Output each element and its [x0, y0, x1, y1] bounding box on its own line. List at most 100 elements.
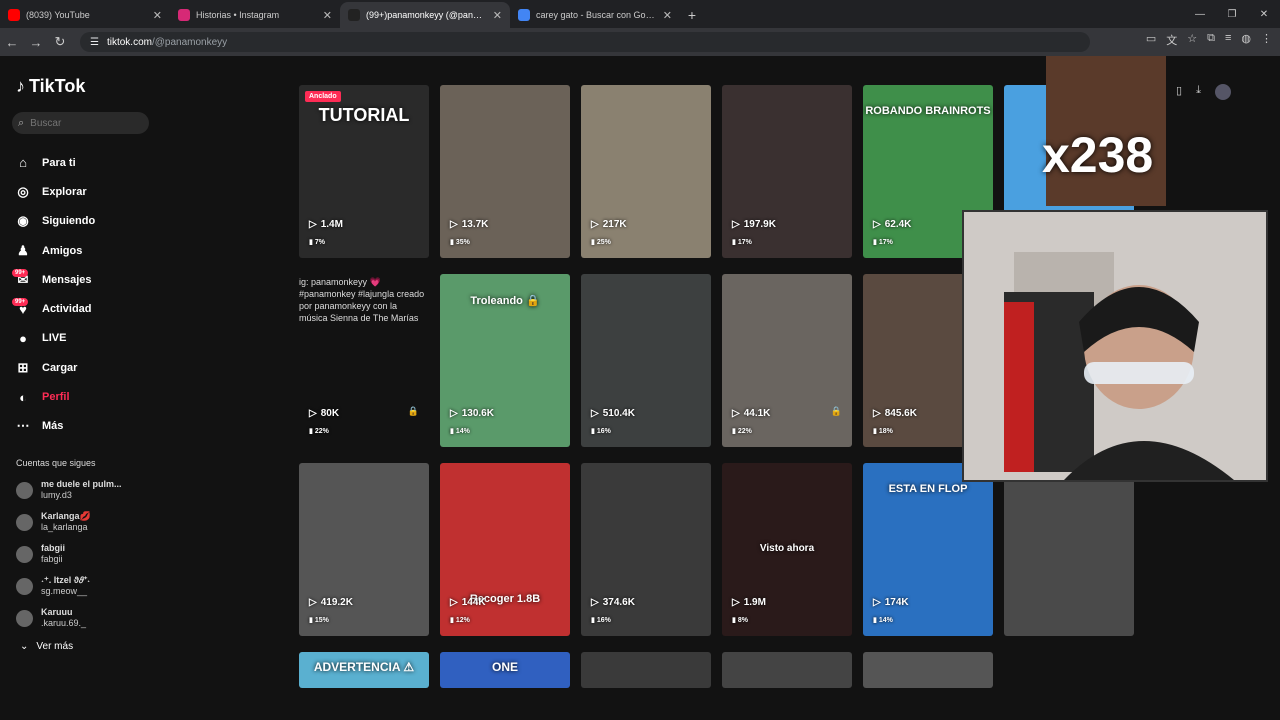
view-count: ▷ 374.6K	[591, 597, 635, 608]
new-tab-icon[interactable]: +	[680, 2, 704, 28]
video-card[interactable]: Recoger 1.8B ▷ 144K ▮ 12%	[440, 463, 570, 636]
play-icon: ▷	[732, 219, 740, 230]
more-icon: ⋯	[16, 418, 30, 434]
translate-icon[interactable]: 文	[1166, 32, 1177, 48]
site-info-icon[interactable]: ☰	[90, 37, 99, 48]
video-card[interactable]: ADVERTENCIA ⚠	[299, 652, 429, 688]
bar-chart-icon: ▮	[591, 428, 595, 435]
followed-account[interactable]: ˖⁺. Itzel ϑ𝜗⁺˖ sg.meow__	[16, 570, 122, 602]
restore-icon[interactable]: ❐	[1216, 0, 1248, 28]
nav-item[interactable]: ◐ Perfil	[14, 382, 95, 411]
forward-icon[interactable]: →	[24, 35, 48, 50]
nav-item-label: Más	[42, 420, 64, 433]
nav-item[interactable]: ◉ Siguiendo	[14, 207, 95, 236]
extensions-icon[interactable]: ⧉	[1207, 32, 1215, 48]
back-icon[interactable]: ←	[0, 35, 24, 50]
video-card[interactable]: ONE	[440, 652, 570, 688]
nav-item[interactable]: ⊞ Cargar	[14, 353, 95, 382]
tiktok-logo[interactable]: ♪ TikTok	[16, 76, 85, 97]
menu-icon[interactable]: ⋮	[1261, 32, 1272, 48]
search-box[interactable]: ⌕	[12, 112, 149, 134]
video-card[interactable]	[863, 652, 993, 688]
video-overlay-text: ESTA EN FLOP	[888, 483, 968, 495]
following-heading: Cuentas que sigues	[16, 458, 96, 468]
video-caption: ig: panamonkeyy 💗 #panamonkey #lajungla …	[299, 277, 425, 323]
nav-item-label: Perfil	[42, 391, 70, 404]
account-handle: la_karlanga	[41, 522, 88, 532]
video-overlay-text: Troleando 🔒	[470, 295, 540, 307]
nav-item[interactable]: ● LIVE	[14, 324, 95, 353]
followed-account[interactable]: fabgii fabgii	[16, 538, 122, 570]
bar-chart-icon: ▮	[450, 239, 454, 246]
video-card[interactable]: ▷ 197.9K ▮ 17%	[722, 85, 852, 258]
see-more-button[interactable]: ⌄ Ver más	[20, 641, 73, 652]
account-name: fabgii	[41, 543, 65, 553]
view-count: ▷ 845.6K	[873, 408, 917, 419]
play-icon: ▷	[591, 219, 599, 230]
nav-item[interactable]: ♟ Amigos	[14, 236, 95, 265]
device-icon[interactable]: ▯	[1176, 84, 1182, 100]
profile-avatar-icon[interactable]: ◍	[1241, 32, 1251, 48]
minimize-icon[interactable]: —	[1184, 0, 1216, 28]
followed-account[interactable]: Karlanga💋 la_karlanga	[16, 506, 122, 538]
video-card[interactable]	[581, 652, 711, 688]
browser-tab[interactable]: carey gato - Buscar con Google ✕	[510, 2, 680, 28]
bookmark-star-icon[interactable]: ☆	[1187, 32, 1197, 48]
video-card[interactable]: ▷ 419.2K ▮ 15%	[299, 463, 429, 636]
browser-tab-title: Historias • Instagram	[196, 10, 280, 20]
browser-tab[interactable]: (99+)panamonkeyy (@panamo ✕	[340, 2, 510, 28]
watched-now-label: Visto ahora	[759, 543, 815, 554]
video-card[interactable]: Troleando 🔒 ▷ 130.6K ▮ 14%	[440, 274, 570, 447]
reload-icon[interactable]: ↻	[48, 34, 72, 50]
video-card[interactable]: Visto ahora ▷ 1.9M ▮ 8%	[722, 463, 852, 636]
video-card[interactable]	[722, 652, 852, 688]
bar-chart-icon: ▮	[732, 617, 736, 624]
nav-item-label: Para ti	[42, 156, 76, 169]
close-tab-icon[interactable]: ✕	[153, 9, 162, 22]
video-card[interactable]: ▷ 374.6K ▮ 16%	[581, 463, 711, 636]
browser-tab-title: (99+)panamonkeyy (@panamo	[366, 10, 487, 20]
browser-tab[interactable]: Historias • Instagram ✕	[170, 2, 340, 28]
download-icon[interactable]: ⤓	[1196, 84, 1201, 100]
profile-icon: ◐	[19, 389, 27, 405]
close-tab-icon[interactable]: ✕	[493, 9, 502, 22]
reading-list-icon[interactable]: ≡	[1225, 32, 1231, 48]
video-card[interactable]: ig: panamonkeyy 💗 #panamonkey #lajungla …	[299, 274, 429, 447]
nav-item[interactable]: ⌂ Para ti	[14, 148, 95, 177]
video-card[interactable]: ▷ 510.4K ▮ 16%	[581, 274, 711, 447]
video-card[interactable]: Anclado TUTORIAL ▷ 1.4M ▮ 7%	[299, 85, 429, 258]
account-handle: lumy.d3	[41, 490, 72, 500]
view-count: ▷ 419.2K	[309, 597, 353, 608]
nav-item[interactable]: ✉ 99+ Mensajes	[12, 265, 95, 294]
followed-account[interactable]: me duele el pulm... lumy.d3	[16, 474, 122, 506]
play-icon: ▷	[309, 219, 317, 230]
play-icon: ▷	[450, 597, 458, 608]
close-tab-icon[interactable]: ✕	[323, 9, 332, 22]
chevron-down-icon: ⌄	[20, 641, 29, 652]
play-icon: ▷	[309, 597, 317, 608]
video-card[interactable]: ESTA EN FLOP ▷ 174K ▮ 14%	[863, 463, 993, 636]
view-count: ▷ 62.4K	[873, 219, 912, 230]
meme-overlay: x238	[1042, 56, 1166, 206]
video-card[interactable]	[1004, 463, 1134, 636]
play-icon: ▷	[309, 408, 317, 419]
logo-text: TikTok	[29, 76, 86, 96]
followed-account[interactable]: Karuuu .karuu.69._	[16, 602, 122, 634]
avatar[interactable]	[1214, 84, 1231, 100]
address-bar[interactable]: ☰ tiktok.com/@panamonkeyy	[80, 32, 1090, 52]
nav-item[interactable]: ♥ 99+ Actividad	[12, 294, 95, 323]
close-tab-icon[interactable]: ✕	[663, 9, 672, 22]
following-icon: ◉	[17, 213, 29, 229]
video-card[interactable]: ▷ 13.7K ▮ 35%	[440, 85, 570, 258]
cast-icon[interactable]: ▭	[1146, 32, 1156, 48]
search-input[interactable]	[30, 117, 131, 129]
video-card[interactable]: ▷ 217K ▮ 25%	[581, 85, 711, 258]
close-window-icon[interactable]: ✕	[1248, 0, 1280, 28]
retention-stat: ▮ 12%	[450, 617, 470, 624]
nav-item[interactable]: ◎ Explorar	[14, 177, 95, 206]
browser-tab[interactable]: (8039) YouTube ✕	[0, 2, 170, 28]
nav-item[interactable]: ⋯ Más	[14, 412, 95, 441]
tiktok-note-icon: ♪	[16, 76, 25, 96]
account-handle: fabgii	[41, 554, 63, 564]
video-card[interactable]: ▷ 44.1K ▮ 22% 🔒	[722, 274, 852, 447]
